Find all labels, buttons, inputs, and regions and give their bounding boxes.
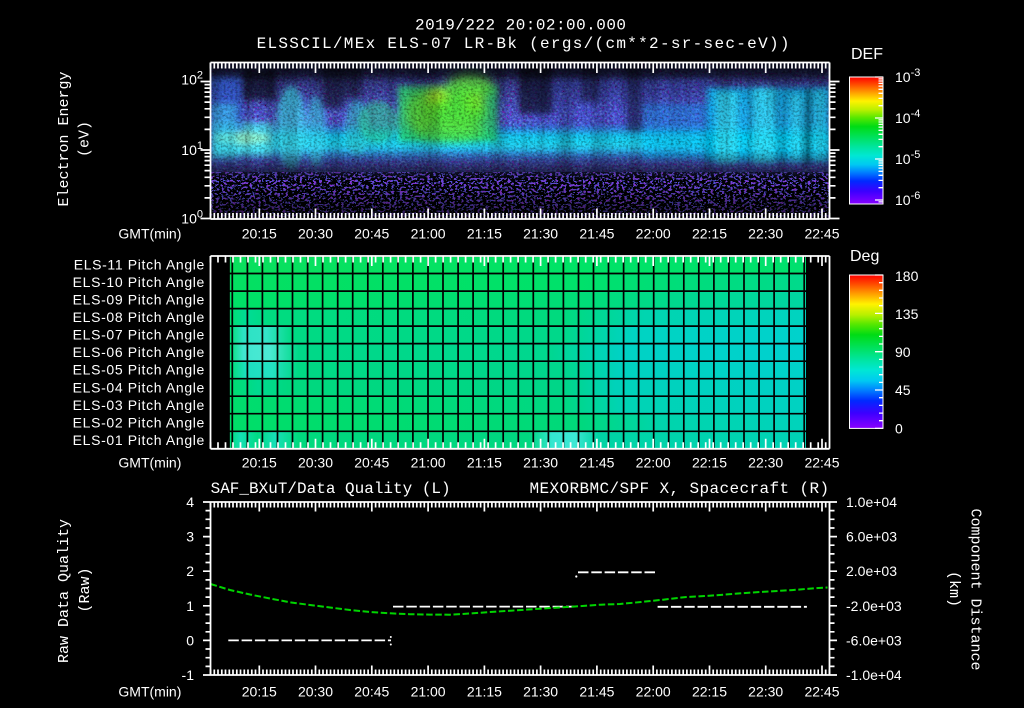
svg-text:(km): (km) <box>945 571 962 607</box>
svg-text:20:15: 20:15 <box>242 684 277 700</box>
svg-text:90: 90 <box>895 344 911 360</box>
svg-text:0: 0 <box>186 632 194 648</box>
svg-text:22:30: 22:30 <box>748 454 783 470</box>
svg-text:GMT(min): GMT(min) <box>118 226 181 242</box>
svg-text:21:15: 21:15 <box>467 684 502 700</box>
svg-text:ELS-05 Pitch Angle: ELS-05 Pitch Angle <box>73 362 205 378</box>
svg-text:22:15: 22:15 <box>692 454 727 470</box>
svg-text:22:00: 22:00 <box>636 684 671 700</box>
svg-text:21:00: 21:00 <box>411 454 446 470</box>
svg-text:21:30: 21:30 <box>523 684 558 700</box>
svg-text:22:30: 22:30 <box>748 226 783 242</box>
svg-text:4: 4 <box>186 494 194 510</box>
svg-text:21:00: 21:00 <box>411 684 446 700</box>
svg-text:GMT(min): GMT(min) <box>118 454 181 470</box>
svg-text:21:00: 21:00 <box>411 226 446 242</box>
svg-text:180: 180 <box>895 268 919 284</box>
svg-text:Deg: Deg <box>850 248 879 265</box>
svg-text:2: 2 <box>186 563 194 579</box>
svg-text:DEF: DEF <box>851 46 883 63</box>
svg-text:20:30: 20:30 <box>298 684 333 700</box>
svg-text:1.0e+04: 1.0e+04 <box>846 494 897 510</box>
svg-text:22:00: 22:00 <box>636 454 671 470</box>
svg-text:-2.0e+03: -2.0e+03 <box>846 598 902 614</box>
svg-text:2.0e+03: 2.0e+03 <box>846 563 897 579</box>
svg-text:-1: -1 <box>182 667 195 683</box>
svg-text:20:30: 20:30 <box>298 226 333 242</box>
svg-text:ELS-10 Pitch Angle: ELS-10 Pitch Angle <box>73 274 205 290</box>
svg-text:ELSSCIL/MEx ELS-07 LR-Bk (erg: ELSSCIL/MEx ELS-07 LR-Bk (ergs/(cm**2-sr… <box>257 35 791 53</box>
svg-text:2019/222 20:02:00.000: 2019/222 20:02:00.000 <box>415 17 626 35</box>
svg-text:22:00: 22:00 <box>636 226 671 242</box>
svg-text:ELS-02 Pitch Angle: ELS-02 Pitch Angle <box>73 414 205 430</box>
svg-text:20:15: 20:15 <box>242 226 277 242</box>
svg-text:21:15: 21:15 <box>467 226 502 242</box>
svg-text:22:30: 22:30 <box>748 684 783 700</box>
svg-text:ELS-04 Pitch Angle: ELS-04 Pitch Angle <box>73 379 205 395</box>
svg-text:ELS-09 Pitch Angle: ELS-09 Pitch Angle <box>73 292 205 308</box>
svg-text:22:15: 22:15 <box>692 684 727 700</box>
svg-text:45: 45 <box>895 382 911 398</box>
svg-text:21:45: 21:45 <box>579 454 614 470</box>
svg-text:ELS-07 Pitch Angle: ELS-07 Pitch Angle <box>73 327 205 343</box>
svg-text:22:15: 22:15 <box>692 226 727 242</box>
svg-text:1: 1 <box>186 598 194 614</box>
svg-text:SAF_BXuT/Data Quality (L): SAF_BXuT/Data Quality (L) <box>211 480 451 498</box>
svg-text:ELS-03 Pitch Angle: ELS-03 Pitch Angle <box>73 397 205 413</box>
svg-text:0: 0 <box>895 420 903 436</box>
svg-text:Raw Data Quality: Raw Data Quality <box>56 519 73 663</box>
svg-text:MEXORBMC/SPF X, Spacecraft (R): MEXORBMC/SPF X, Spacecraft (R) <box>530 480 830 498</box>
svg-text:(eV): (eV) <box>77 121 94 157</box>
svg-text:21:15: 21:15 <box>467 454 502 470</box>
svg-text:GMT(min): GMT(min) <box>118 684 181 700</box>
svg-text:Electron Energy: Electron Energy <box>56 71 73 206</box>
svg-text:21:45: 21:45 <box>579 684 614 700</box>
svg-text:20:45: 20:45 <box>354 226 389 242</box>
svg-text:ELS-11 Pitch Angle: ELS-11 Pitch Angle <box>74 257 205 273</box>
svg-text:21:30: 21:30 <box>523 226 558 242</box>
svg-text:20:30: 20:30 <box>298 454 333 470</box>
svg-text:22:45: 22:45 <box>804 454 839 470</box>
svg-text:ELS-01 Pitch Angle: ELS-01 Pitch Angle <box>73 432 205 448</box>
svg-text:3: 3 <box>186 529 194 545</box>
svg-text:20:45: 20:45 <box>354 454 389 470</box>
svg-text:21:30: 21:30 <box>523 454 558 470</box>
svg-text:22:45: 22:45 <box>804 684 839 700</box>
svg-text:(Raw): (Raw) <box>77 567 94 612</box>
svg-text:20:15: 20:15 <box>242 454 277 470</box>
svg-text:-1.0e+04: -1.0e+04 <box>846 667 902 683</box>
svg-text:-6.0e+03: -6.0e+03 <box>846 632 902 648</box>
svg-text:ELS-06 Pitch Angle: ELS-06 Pitch Angle <box>73 344 205 360</box>
svg-text:6.0e+03: 6.0e+03 <box>846 529 897 545</box>
svg-text:22:45: 22:45 <box>804 226 839 242</box>
svg-text:ELS-08 Pitch Angle: ELS-08 Pitch Angle <box>73 309 205 325</box>
svg-text:Component Distance: Component Distance <box>966 508 983 670</box>
svg-text:20:45: 20:45 <box>354 684 389 700</box>
svg-text:135: 135 <box>895 306 919 322</box>
svg-text:21:45: 21:45 <box>579 226 614 242</box>
